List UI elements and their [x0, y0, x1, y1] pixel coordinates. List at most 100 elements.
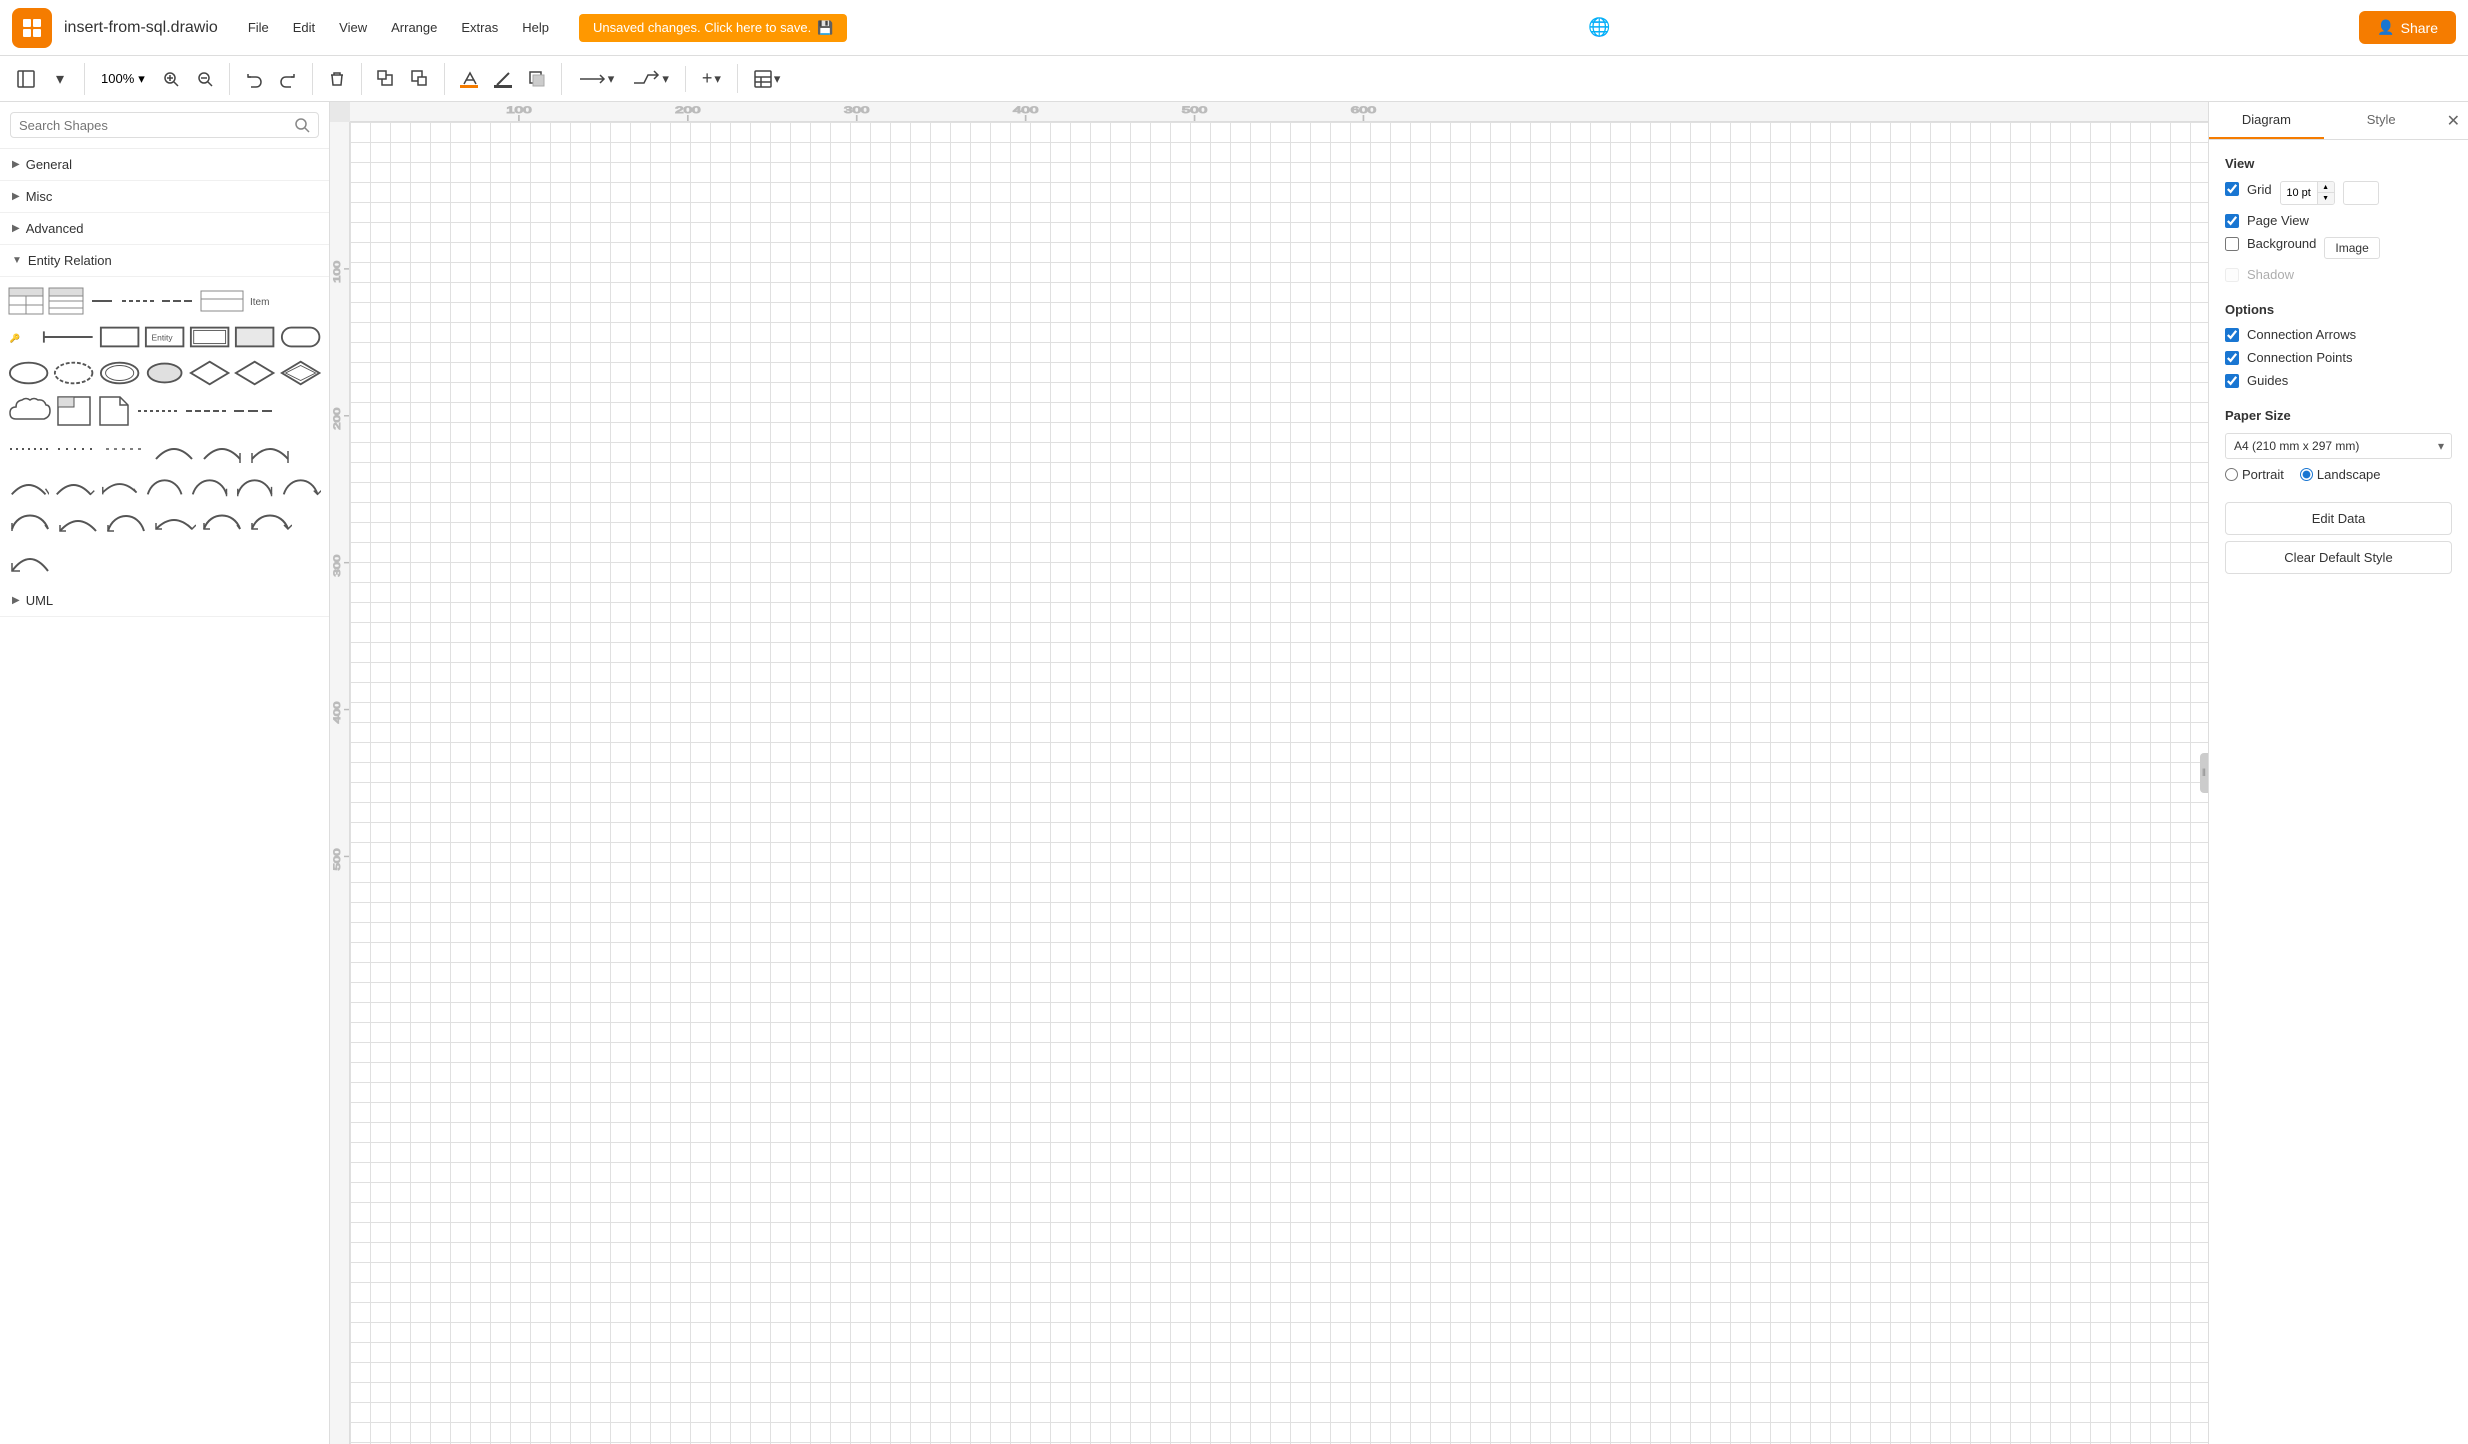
er-table-shape[interactable] — [8, 287, 44, 315]
to-back-button[interactable] — [404, 63, 436, 95]
canvas-area[interactable]: 100 200 300 400 500 600 100 200 300 400 … — [330, 102, 2208, 1444]
fill-color-button[interactable] — [453, 63, 485, 95]
er-curve6[interactable] — [99, 471, 140, 499]
grid-color-box[interactable] — [2343, 181, 2379, 205]
waypoint-button[interactable]: ▾ — [624, 66, 677, 92]
shadow-checkbox[interactable] — [2225, 268, 2239, 282]
er-table2-shape[interactable] — [48, 287, 84, 315]
er-dotted-line1[interactable] — [8, 435, 52, 463]
sidebar-toggle-button[interactable] — [10, 63, 42, 95]
landscape-radio[interactable] — [2300, 468, 2313, 481]
zoom-in-button[interactable] — [155, 63, 187, 95]
to-front-button[interactable] — [370, 63, 402, 95]
undo-button[interactable] — [238, 63, 270, 95]
er-dashed-line3[interactable] — [232, 397, 276, 425]
connection-arrows-checkbox[interactable] — [2225, 328, 2239, 342]
er-curve12[interactable] — [56, 507, 100, 535]
er-diamond2[interactable] — [234, 359, 275, 387]
sidebar-chevron-button[interactable]: ▾ — [44, 63, 76, 95]
redo-button[interactable] — [272, 63, 304, 95]
er-dashed-line2[interactable] — [184, 397, 228, 425]
menu-edit[interactable]: Edit — [283, 16, 325, 39]
panel-close-button[interactable]: ✕ — [2439, 102, 2468, 139]
er-item-text[interactable]: Item — [248, 287, 280, 315]
er-curve3[interactable] — [248, 435, 292, 463]
sidebar-item-uml[interactable]: ▶ UML — [0, 585, 329, 617]
search-input[interactable] — [19, 118, 288, 133]
share-button[interactable]: 👤 Share — [2359, 11, 2456, 44]
er-rounded-rect[interactable] — [280, 323, 321, 351]
sidebar-item-general[interactable]: ▶ General — [0, 149, 329, 181]
canvas-content[interactable] — [350, 122, 2208, 1444]
zoom-display[interactable]: 100% ▾ — [93, 67, 153, 91]
sidebar-item-advanced[interactable]: ▶ Advanced — [0, 213, 329, 245]
background-image-button[interactable]: Image — [2324, 237, 2379, 259]
background-checkbox[interactable] — [2225, 237, 2239, 251]
edit-data-button[interactable]: Edit Data — [2225, 502, 2452, 535]
table-button[interactable]: ▾ — [746, 66, 789, 92]
er-frame1[interactable] — [56, 395, 92, 427]
portrait-radio[interactable] — [2225, 468, 2238, 481]
er-line-solid[interactable] — [88, 287, 116, 315]
clear-style-button[interactable]: Clear Default Style — [2225, 541, 2452, 574]
er-doc-shape[interactable] — [96, 395, 132, 427]
grid-pt-up[interactable]: ▲ — [2318, 182, 2334, 193]
menu-help[interactable]: Help — [512, 16, 559, 39]
tab-style[interactable]: Style — [2324, 102, 2439, 139]
grid-checkbox[interactable] — [2225, 182, 2239, 196]
er-small-oval[interactable] — [144, 359, 185, 387]
collapse-handle[interactable]: ‖ — [2200, 753, 2208, 793]
line-color-button[interactable] — [487, 63, 519, 95]
er-curve4[interactable] — [8, 471, 49, 499]
sidebar-item-misc[interactable]: ▶ Misc — [0, 181, 329, 213]
er-curve14[interactable] — [152, 507, 196, 535]
er-dotted-line2[interactable] — [56, 435, 100, 463]
er-entity-label[interactable]: Entity — [144, 323, 185, 351]
er-weak-entity[interactable] — [189, 323, 230, 351]
er-line-dashed2[interactable] — [160, 287, 196, 315]
menu-view[interactable]: View — [329, 16, 377, 39]
er-curve10[interactable] — [280, 471, 321, 499]
tab-diagram[interactable]: Diagram — [2209, 102, 2324, 139]
er-curve17[interactable] — [8, 543, 52, 575]
zoom-out-button[interactable] — [189, 63, 221, 95]
er-curve15[interactable] — [200, 507, 244, 535]
er-line2[interactable] — [42, 323, 95, 351]
er-entity3[interactable] — [234, 323, 275, 351]
er-bordered-item[interactable] — [200, 287, 244, 315]
er-dotted-line3[interactable] — [104, 435, 148, 463]
shadow-button[interactable] — [521, 63, 553, 95]
page-view-checkbox[interactable] — [2225, 214, 2239, 228]
globe-icon[interactable]: 🌐 — [1588, 17, 1610, 38]
er-curve1[interactable] — [152, 435, 196, 463]
connector-style-button[interactable]: ▾ — [570, 66, 623, 92]
menu-file[interactable]: File — [238, 16, 279, 39]
er-key-shape[interactable]: 🔑 — [8, 323, 38, 351]
er-diamond-dbl[interactable] — [280, 359, 321, 387]
er-curve13[interactable] — [104, 507, 148, 535]
er-oval1[interactable] — [8, 359, 49, 387]
er-diamond1[interactable] — [189, 359, 230, 387]
er-oval-multi[interactable] — [99, 359, 140, 387]
connection-points-checkbox[interactable] — [2225, 351, 2239, 365]
er-curve7[interactable] — [144, 471, 185, 499]
menu-arrange[interactable]: Arrange — [381, 16, 447, 39]
paper-size-select[interactable]: A4 (210 mm x 297 mm) — [2225, 433, 2452, 459]
er-curve2[interactable] — [200, 435, 244, 463]
er-rect-entity[interactable] — [99, 323, 140, 351]
er-curve8[interactable] — [189, 471, 230, 499]
menu-extras[interactable]: Extras — [451, 16, 508, 39]
er-cloud[interactable] — [8, 395, 52, 427]
sidebar-item-entity-relation[interactable]: ▼ Entity Relation — [0, 245, 329, 277]
er-dashed-line1[interactable] — [136, 397, 180, 425]
er-curve11[interactable] — [8, 507, 52, 535]
er-curve5[interactable] — [53, 471, 94, 499]
unsaved-banner[interactable]: Unsaved changes. Click here to save. 💾 — [579, 14, 847, 42]
grid-pt-down[interactable]: ▼ — [2318, 193, 2334, 204]
er-curve9[interactable] — [234, 471, 275, 499]
grid-pt-value[interactable] — [2281, 185, 2317, 201]
er-line-dashed1[interactable] — [120, 287, 156, 315]
er-curve16[interactable] — [248, 507, 292, 535]
insert-button[interactable]: + ▾ — [694, 64, 729, 93]
er-oval-dashed[interactable] — [53, 359, 94, 387]
